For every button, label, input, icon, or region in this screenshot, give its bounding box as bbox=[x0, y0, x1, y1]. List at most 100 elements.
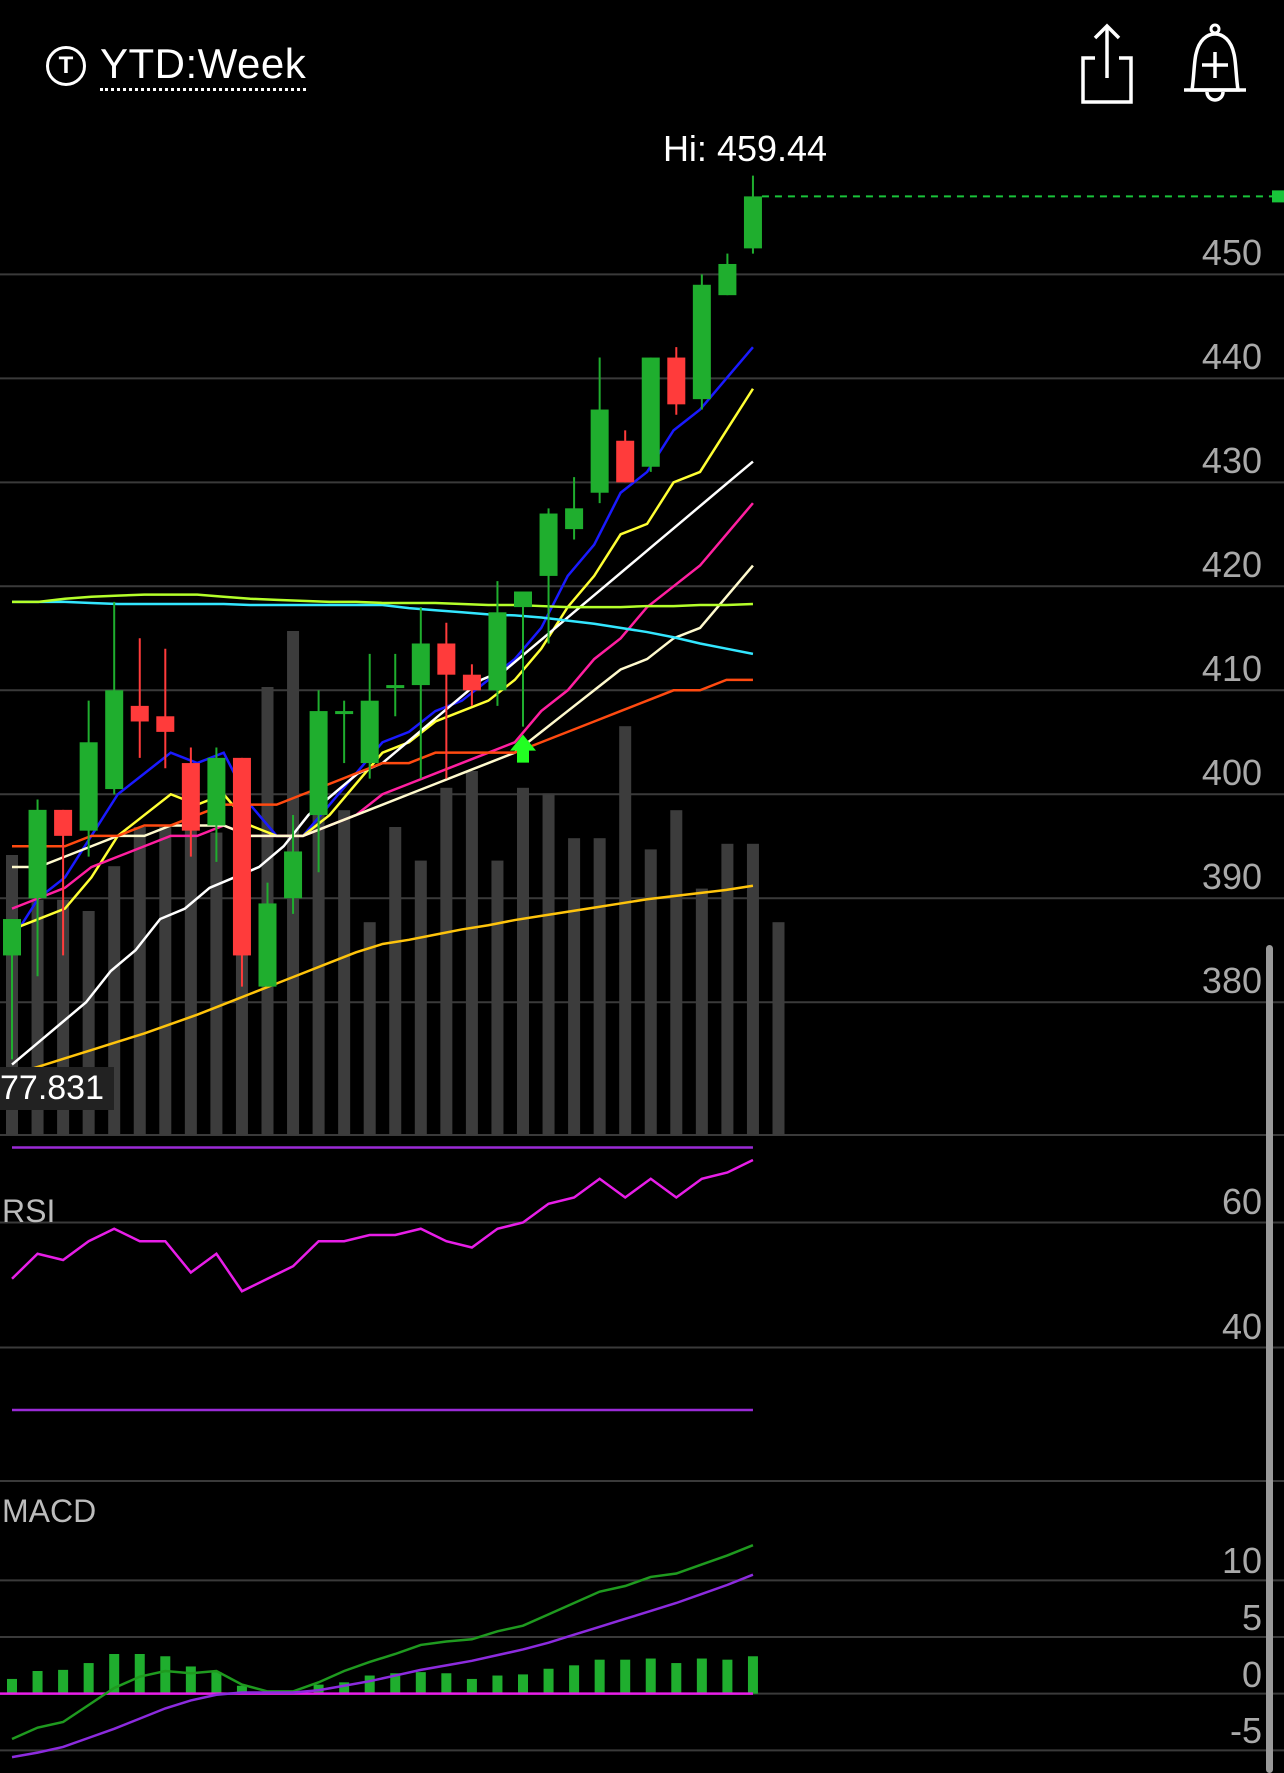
candle-body bbox=[28, 809, 47, 899]
add-alert-button[interactable] bbox=[1180, 22, 1250, 106]
macd-histogram-bar bbox=[83, 1663, 94, 1694]
candle-body bbox=[692, 284, 711, 400]
macd-tick-label: 10 bbox=[1221, 1540, 1262, 1582]
moving-average-line bbox=[11, 388, 755, 931]
volume-bar bbox=[568, 838, 581, 1135]
candle-body bbox=[232, 757, 251, 956]
macd-histogram-bar bbox=[645, 1658, 656, 1694]
volume-bar bbox=[184, 821, 197, 1135]
candle-body bbox=[156, 716, 175, 732]
candle-body bbox=[207, 757, 226, 826]
high-line-marker bbox=[1272, 190, 1284, 203]
volume-bar bbox=[389, 827, 402, 1135]
volume-bar bbox=[542, 793, 555, 1135]
high-marker bbox=[761, 190, 1284, 203]
rsi-panel bbox=[0, 1146, 1284, 1412]
volume-value-label: 77.831 bbox=[0, 1067, 114, 1110]
volume-bar bbox=[159, 827, 172, 1135]
candle-body bbox=[360, 700, 379, 764]
macd-histogram-bar bbox=[696, 1658, 707, 1694]
candle-body bbox=[130, 705, 149, 722]
share-icon bbox=[1081, 23, 1133, 104]
top-bar: T YTD:Week bbox=[0, 0, 1284, 125]
volume-bar bbox=[491, 860, 504, 1135]
volume-bar bbox=[440, 787, 453, 1135]
macd-tick-label: 5 bbox=[1241, 1597, 1262, 1638]
volume-bar bbox=[133, 827, 146, 1135]
volume-bar bbox=[338, 810, 351, 1135]
volume-bar bbox=[695, 888, 708, 1135]
macd-histogram-bar bbox=[211, 1672, 222, 1694]
volume-bar bbox=[210, 832, 223, 1135]
volume-bar bbox=[414, 860, 427, 1135]
rsi-tick-label: 40 bbox=[1221, 1305, 1262, 1347]
macd-panel-label: MACD bbox=[2, 1493, 97, 1529]
macd-histogram-bar bbox=[671, 1663, 682, 1694]
candle-body bbox=[718, 263, 737, 296]
volume-bar bbox=[363, 922, 376, 1135]
candle-body bbox=[309, 711, 328, 816]
price-tick-label: 410 bbox=[1201, 648, 1262, 690]
macd-histogram-bar bbox=[594, 1659, 605, 1694]
candle-body bbox=[3, 919, 21, 956]
volume-bar bbox=[465, 771, 478, 1135]
timeframe-selector[interactable]: T YTD:Week bbox=[46, 36, 307, 96]
candle-body bbox=[335, 711, 354, 715]
moving-average-line bbox=[12, 600, 754, 656]
candle-body bbox=[641, 357, 660, 467]
macd-histogram-bar bbox=[7, 1678, 17, 1694]
candle-body bbox=[181, 763, 200, 831]
macd-histogram-bar bbox=[518, 1674, 528, 1694]
candle-body bbox=[54, 809, 73, 836]
macd-histogram-bar bbox=[364, 1675, 375, 1694]
share-button[interactable] bbox=[1075, 22, 1139, 106]
volume-bar bbox=[670, 810, 683, 1135]
macd-histogram-bar bbox=[58, 1669, 69, 1694]
price-tick-label: 400 bbox=[1201, 752, 1262, 794]
macd-histogram-bar bbox=[747, 1656, 758, 1694]
volume-bar bbox=[644, 849, 657, 1135]
candle-body bbox=[539, 513, 558, 576]
candle-body bbox=[79, 742, 98, 831]
chart-canvas[interactable] bbox=[0, 0, 1284, 1773]
moving-average-line bbox=[11, 884, 754, 1077]
price-tick-label: 450 bbox=[1201, 232, 1262, 274]
volume-bar bbox=[517, 787, 529, 1135]
price-tick-label: 430 bbox=[1201, 440, 1262, 482]
macd-tick-label: 0 bbox=[1241, 1653, 1262, 1695]
macd-tick-label: -5 bbox=[1229, 1710, 1262, 1752]
volume-bar bbox=[721, 843, 734, 1135]
macd-histogram-bar bbox=[415, 1672, 426, 1694]
candle-body bbox=[565, 508, 584, 530]
macd-histogram-bar bbox=[441, 1673, 452, 1694]
macd-histogram-bar bbox=[543, 1668, 554, 1694]
macd-histogram-bar bbox=[466, 1678, 477, 1694]
candle-body bbox=[488, 612, 507, 691]
scrollbar[interactable] bbox=[1266, 945, 1273, 1773]
symbol-logo-icon: T bbox=[46, 46, 86, 86]
candle-body bbox=[386, 685, 405, 689]
macd-line bbox=[11, 1544, 754, 1741]
macd-histogram-bar bbox=[722, 1659, 733, 1694]
macd-histogram-bar bbox=[32, 1671, 43, 1694]
add-alert-bell-icon bbox=[1184, 23, 1246, 102]
price-tick-label: 380 bbox=[1201, 960, 1262, 1002]
timeframe-label[interactable]: YTD:Week bbox=[100, 41, 307, 91]
macd-histogram-bar bbox=[185, 1666, 196, 1694]
rsi-line bbox=[11, 1158, 754, 1293]
price-tick-label: 420 bbox=[1201, 544, 1262, 586]
volume-bar bbox=[593, 838, 606, 1135]
volume-bar bbox=[772, 922, 785, 1135]
candle-body bbox=[411, 643, 430, 686]
macd-histogram-bar bbox=[160, 1656, 171, 1694]
candle-body bbox=[258, 903, 277, 987]
price-tick-label: 440 bbox=[1201, 336, 1262, 378]
rsi-panel-label: RSI bbox=[2, 1193, 56, 1229]
macd-signal-line bbox=[11, 1573, 754, 1759]
macd-histogram-bar bbox=[569, 1665, 580, 1694]
candle-body bbox=[590, 409, 609, 493]
macd-histogram-bar bbox=[620, 1659, 631, 1694]
macd-histogram-bar bbox=[134, 1654, 145, 1694]
candle-body bbox=[437, 643, 456, 675]
candle-body bbox=[514, 591, 532, 608]
